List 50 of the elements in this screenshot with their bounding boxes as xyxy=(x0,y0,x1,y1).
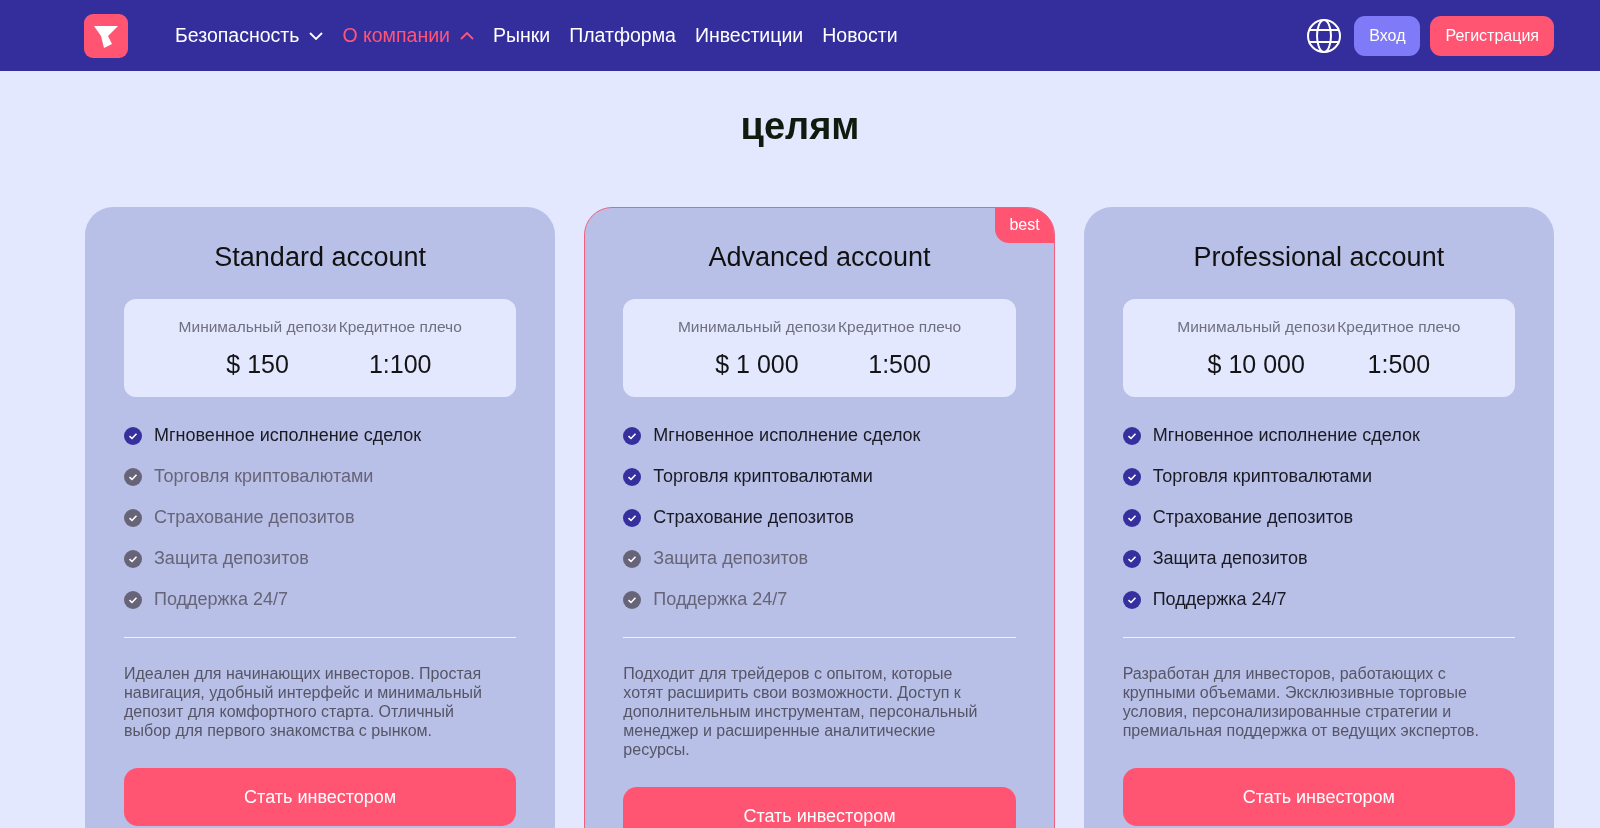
page-heading: целям xyxy=(740,104,860,149)
nav-link[interactable]: Платформа xyxy=(569,24,676,47)
chevron-down-icon xyxy=(309,31,324,40)
best-badge: best xyxy=(995,208,1054,243)
nav-link[interactable]: Безопасность xyxy=(175,24,324,47)
feature-text: Страхование депозитов xyxy=(154,507,355,528)
stat-label: Кредитное плечо xyxy=(838,317,962,336)
stat-value: $ 150 xyxy=(226,349,289,379)
feature-text: Мгновенное исполнение сделок xyxy=(154,425,422,446)
feature-text: Торговля криптовалютами xyxy=(653,466,873,487)
stat-value: 1:500 xyxy=(1367,349,1431,379)
invest-button[interactable]: Стать инвестором xyxy=(623,787,1016,828)
plan-title: Advanced account xyxy=(707,242,932,273)
nav-link[interactable]: Рынки xyxy=(492,24,551,47)
feature-text: Торговля криптовалютами xyxy=(1152,466,1373,487)
chevron-up-icon xyxy=(459,31,474,40)
feature-text: Страхование депозитов xyxy=(653,507,854,528)
invest-button[interactable]: Стать инвестором xyxy=(124,768,517,826)
feature-text: Поддержка 24/7 xyxy=(653,589,788,610)
invest-button[interactable]: Стать инвестором xyxy=(1122,768,1515,826)
logo-icon[interactable] xyxy=(84,13,128,58)
stat-value: $ 1 000 xyxy=(715,349,799,379)
plan-description: Подходит для трейдеров с опытом, которые хотят расширить свои возможности. Доступ к дополнительным инструментам, персональный менеджер и расширенные аналитические ресурсы. xyxy=(623,664,979,759)
stat-value: $ 10 000 xyxy=(1207,349,1305,379)
feature-text: Мгновенное исполнение сделок xyxy=(1152,425,1420,446)
register-button[interactable]: Регистрация xyxy=(1430,15,1554,56)
feature-text: Страхование депозитов xyxy=(1152,507,1354,528)
stat-label: Кредитное плечо xyxy=(338,317,462,336)
stat-label: Кредитное плечо xyxy=(1337,317,1461,336)
plan-description: Разработан для инвесторов, работающих с крупными объемами. Эксклюзивные торговые условия, персонализированные стратегии и премиальная поддержка от ведущих экспертов. xyxy=(1122,664,1481,740)
stat-label: Минимальный депози xyxy=(178,317,337,336)
feature-text: Защита депозитов xyxy=(1152,548,1308,569)
plan-description: Идеален для начинающих инвесторов. Простая навигация, удобный интерфейс и минимальный депозит для комфортного старта. Отличный выбор для первого знакомства с рынком. xyxy=(124,664,483,740)
stat-value: 1:100 xyxy=(368,349,432,379)
stat-label: Минимальный депози xyxy=(1177,317,1336,336)
feature-text: Защита депозитов xyxy=(653,548,809,569)
feature-text: Мгновенное исполнение сделок xyxy=(653,425,921,446)
stat-label: Минимальный депози xyxy=(677,317,836,336)
plan-title: Professional account xyxy=(1192,242,1446,273)
plan-title: Standard account xyxy=(213,242,427,273)
nav-link[interactable]: Инвестиции xyxy=(694,24,804,47)
nav-link[interactable]: О компании xyxy=(342,24,474,47)
login-button[interactable]: Вход xyxy=(1354,15,1421,56)
feature-text: Поддержка 24/7 xyxy=(1152,589,1287,610)
stat-value: 1:500 xyxy=(868,349,931,379)
globe-icon[interactable] xyxy=(1306,17,1343,54)
nav-link[interactable]: Новости xyxy=(822,24,898,47)
feature-text: Поддержка 24/7 xyxy=(154,589,288,610)
feature-text: Торговля криптовалютами xyxy=(154,466,374,487)
feature-text: Защита депозитов xyxy=(154,548,309,569)
